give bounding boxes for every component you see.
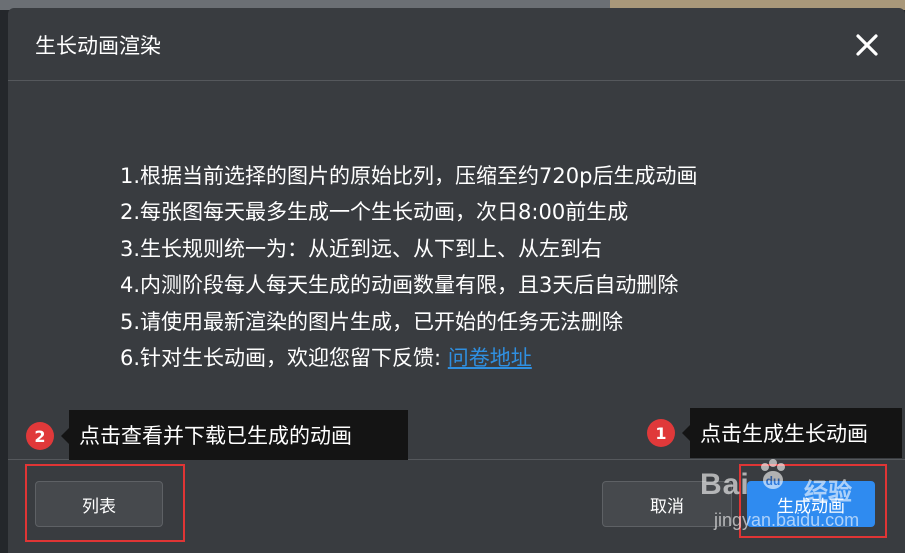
rule-item: 2.每张图每天最多生成一个生长动画，次日8:00前生成: [120, 200, 629, 225]
rule-item: 5.请使用最新渲染的图片生成，已开始的任务无法删除: [120, 309, 624, 334]
survey-link[interactable]: 问卷地址: [448, 346, 532, 370]
close-icon[interactable]: [850, 28, 884, 62]
rule-item-feedback: 6.针对生长动画，欢迎您留下反馈: 问卷地址: [120, 340, 820, 376]
dialog-title: 生长动画渲染: [35, 34, 161, 58]
growth-animation-dialog: 生长动画渲染 1.根据当前选择的图片的原始比列，压缩至约720p后生成动画 2.…: [8, 8, 905, 553]
rule-item: 1.根据当前选择的图片的原始比列，压缩至约720p后生成动画: [120, 164, 698, 188]
tooltip-arrow: [682, 425, 690, 441]
rule-item: 4.内测阶段每人每天生成的动画数量有限，且3天后自动删除: [120, 273, 679, 298]
list-button[interactable]: 列表: [35, 481, 163, 527]
generate-animation-button[interactable]: 生成动画: [747, 481, 875, 527]
step-badge-1: 1: [647, 419, 675, 447]
cancel-button[interactable]: 取消: [602, 481, 732, 527]
rules-list: 1.根据当前选择的图片的原始比列，压缩至约720p后生成动画 2.每张图每天最多…: [120, 158, 820, 376]
tooltip-view-download: 点击查看并下载已生成的动画: [69, 410, 408, 460]
step-badge-2: 2: [26, 422, 54, 450]
tooltip-arrow: [61, 428, 69, 444]
header-divider: [8, 80, 905, 81]
tooltip-generate: 点击生成生长动画: [690, 408, 902, 458]
rule-item: 3.生长规则统一为：从近到远、从下到上、从左到右: [120, 236, 603, 261]
feedback-text: 6.针对生长动画，欢迎您留下反馈:: [120, 346, 448, 371]
